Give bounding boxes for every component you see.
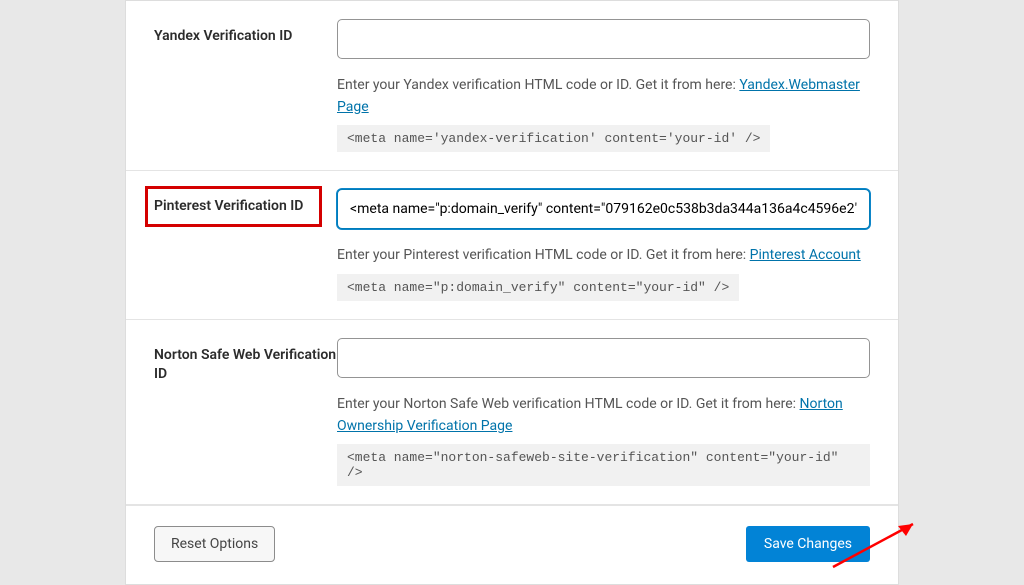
pinterest-input[interactable] <box>337 189 870 229</box>
norton-label: Norton Safe Web Verification ID <box>154 347 336 382</box>
row-pinterest: Pinterest Verification ID Enter your Pin… <box>126 171 898 320</box>
norton-input[interactable] <box>337 338 870 378</box>
reset-button[interactable]: Reset Options <box>154 526 275 562</box>
pinterest-code: <meta name="p:domain_verify" content="yo… <box>337 274 739 301</box>
norton-help: Enter your Norton Safe Web verification … <box>337 394 870 437</box>
pinterest-label: Pinterest Verification ID <box>145 186 322 227</box>
yandex-help-prefix: Enter your Yandex verification HTML code… <box>337 77 739 93</box>
row-yandex: Yandex Verification ID Enter your Yandex… <box>126 1 898 171</box>
yandex-label: Yandex Verification ID <box>154 28 292 44</box>
label-col: Pinterest Verification ID <box>154 189 337 301</box>
pinterest-help-link[interactable]: Pinterest Account <box>750 247 861 263</box>
yandex-input[interactable] <box>337 19 870 59</box>
yandex-help: Enter your Yandex verification HTML code… <box>337 75 870 118</box>
norton-help-prefix: Enter your Norton Safe Web verification … <box>337 396 800 412</box>
save-button[interactable]: Save Changes <box>746 526 870 562</box>
settings-panel: Yandex Verification ID Enter your Yandex… <box>125 0 899 585</box>
pinterest-help-prefix: Enter your Pinterest verification HTML c… <box>337 247 750 263</box>
row-norton: Norton Safe Web Verification ID Enter yo… <box>126 320 898 505</box>
field-col: Enter your Norton Safe Web verification … <box>337 338 870 486</box>
label-col: Yandex Verification ID <box>154 19 337 152</box>
field-col: Enter your Yandex verification HTML code… <box>337 19 870 152</box>
pinterest-help: Enter your Pinterest verification HTML c… <box>337 245 870 267</box>
norton-code: <meta name="norton-safeweb-site-verifica… <box>337 444 870 486</box>
field-col: Enter your Pinterest verification HTML c… <box>337 189 870 301</box>
yandex-code: <meta name='yandex-verification' content… <box>337 125 770 152</box>
label-col: Norton Safe Web Verification ID <box>154 338 337 486</box>
footer: Reset Options Save Changes <box>126 505 898 584</box>
